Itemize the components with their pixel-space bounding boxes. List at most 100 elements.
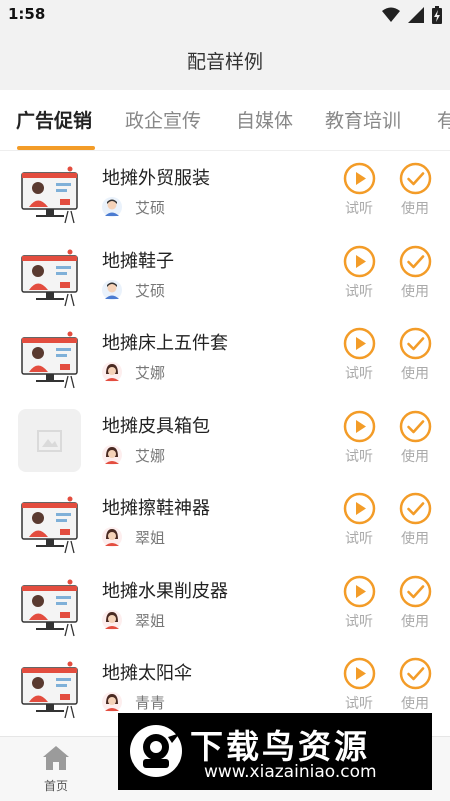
- video-thumbnail: [18, 243, 81, 307]
- play-icon: [343, 492, 375, 525]
- check-icon: [399, 162, 431, 195]
- list-item[interactable]: 地摊鞋子 艾硕 试听 使用: [0, 234, 450, 316]
- status-time: 1:58: [8, 5, 46, 23]
- video-thumbnail: [18, 491, 81, 554]
- play-icon: [343, 575, 375, 607]
- nav-label-home: 首页: [43, 779, 68, 793]
- tab-government-enterprise[interactable]: 政企宣传: [125, 106, 201, 133]
- check-icon: [399, 575, 431, 607]
- play-icon: [343, 657, 375, 690]
- tab-more[interactable]: 有: [437, 106, 450, 133]
- play-icon: [343, 410, 375, 442]
- use-label: 使用: [401, 448, 429, 465]
- play-icon: [343, 327, 375, 360]
- use-button[interactable]: 使用: [397, 657, 433, 713]
- item-author: 翠姐: [135, 529, 166, 547]
- check-icon: [399, 410, 431, 442]
- item-title: 地摊外贸服装: [102, 168, 210, 189]
- use-label: 使用: [401, 366, 429, 382]
- use-label: 使用: [401, 696, 429, 712]
- play-icon: [343, 245, 375, 277]
- use-label: 使用: [401, 531, 429, 547]
- listen-label: 试听: [345, 696, 373, 712]
- use-label: 使用: [401, 613, 429, 630]
- video-thumbnail: [18, 573, 81, 637]
- home-icon: [43, 746, 69, 770]
- image-placeholder-icon: [37, 429, 62, 452]
- item-title: 地摊水果削皮器: [102, 580, 228, 602]
- listen-button[interactable]: 试听: [341, 327, 377, 383]
- video-thumbnail: [18, 656, 81, 719]
- video-thumbnail: [18, 326, 81, 389]
- check-icon: [399, 492, 431, 525]
- check-icon: [399, 657, 431, 690]
- placeholder-thumbnail: [18, 408, 81, 472]
- item-title: 地摊太阳伞: [102, 663, 192, 684]
- wifi-icon: [382, 7, 400, 22]
- author-avatar-female: [102, 692, 122, 712]
- list-item[interactable]: 地摊擦鞋神器 翠姐 试听 使用: [0, 481, 450, 563]
- active-tab-indicator: [17, 146, 95, 150]
- status-icons: [382, 6, 442, 24]
- list-item[interactable]: 地摊水果削皮器 翠姐 试听 使用: [0, 564, 450, 646]
- status-bar: 1:58: [0, 0, 450, 30]
- listen-label: 试听: [345, 613, 373, 630]
- listen-button[interactable]: 试听: [341, 575, 377, 631]
- item-author: 翠姐: [135, 611, 166, 630]
- battery-icon: [432, 6, 442, 24]
- video-thumbnail: [18, 161, 81, 224]
- use-label: 使用: [401, 201, 429, 217]
- listen-label: 试听: [345, 366, 373, 382]
- author-avatar-female: [102, 362, 122, 382]
- listen-label: 试听: [345, 531, 373, 547]
- listen-button[interactable]: 试听: [341, 410, 377, 466]
- listen-button[interactable]: 试听: [341, 162, 377, 218]
- item-title: 地摊床上五件套: [102, 333, 228, 354]
- item-author: 艾娜: [135, 364, 166, 382]
- watermark-title: 下载鸟资源: [190, 727, 370, 766]
- item-title: 地摊鞋子: [102, 250, 174, 272]
- author-avatar-male: [102, 197, 122, 217]
- use-label: 使用: [401, 283, 429, 300]
- page-title: 配音样例: [186, 50, 263, 73]
- tab-education-training[interactable]: 教育培训: [325, 106, 401, 133]
- app-header: 配音样例: [0, 30, 450, 90]
- item-title: 地摊皮具箱包: [102, 415, 210, 437]
- use-button[interactable]: 使用: [397, 575, 433, 631]
- tab-self-media[interactable]: 自媒体: [236, 106, 293, 133]
- item-author: 艾硕: [135, 199, 166, 217]
- list-item[interactable]: 地摊皮具箱包 艾娜 试听 使用: [0, 399, 450, 481]
- use-button[interactable]: 使用: [397, 245, 433, 301]
- nav-item-home[interactable]: 首页: [16, 745, 96, 794]
- use-button[interactable]: 使用: [397, 162, 433, 218]
- author-avatar-female: [102, 609, 122, 630]
- play-icon: [343, 162, 375, 195]
- category-tabs: 广告促销 政企宣传 自媒体 教育培训 有: [0, 90, 450, 151]
- item-title: 地摊擦鞋神器: [102, 498, 210, 519]
- signal-icon: [408, 7, 424, 23]
- use-button[interactable]: 使用: [397, 492, 433, 548]
- listen-label: 试听: [345, 448, 373, 465]
- sample-list: 地摊外贸服装 艾硕 试听 使用 地摊鞋子 艾硕 试听 使用 地摊床上五件套 艾娜…: [0, 151, 450, 736]
- listen-button[interactable]: 试听: [341, 245, 377, 301]
- tab-ad-promotion[interactable]: 广告促销: [16, 106, 92, 133]
- listen-button[interactable]: 试听: [341, 657, 377, 713]
- author-avatar-female: [102, 444, 122, 465]
- author-avatar-female: [102, 527, 122, 547]
- use-button[interactable]: 使用: [397, 410, 433, 466]
- watermark-banner: 下载鸟资源 www.xiazainiao.com: [118, 713, 432, 790]
- check-icon: [399, 327, 431, 360]
- list-item[interactable]: 地摊床上五件套 艾娜 试听 使用: [0, 316, 450, 398]
- listen-label: 试听: [345, 201, 373, 217]
- watermark-url: www.xiazainiao.com: [204, 762, 377, 782]
- listen-button[interactable]: 试听: [341, 492, 377, 548]
- author-avatar-male: [102, 279, 122, 300]
- item-author: 艾硕: [135, 281, 166, 300]
- list-item[interactable]: 地摊外贸服装 艾硕 试听 使用: [0, 151, 450, 233]
- item-author: 艾娜: [135, 446, 166, 465]
- listen-label: 试听: [345, 283, 373, 300]
- bird-logo-icon: [130, 725, 182, 777]
- item-author: 青青: [135, 694, 166, 712]
- use-button[interactable]: 使用: [397, 327, 433, 383]
- check-icon: [399, 245, 431, 277]
